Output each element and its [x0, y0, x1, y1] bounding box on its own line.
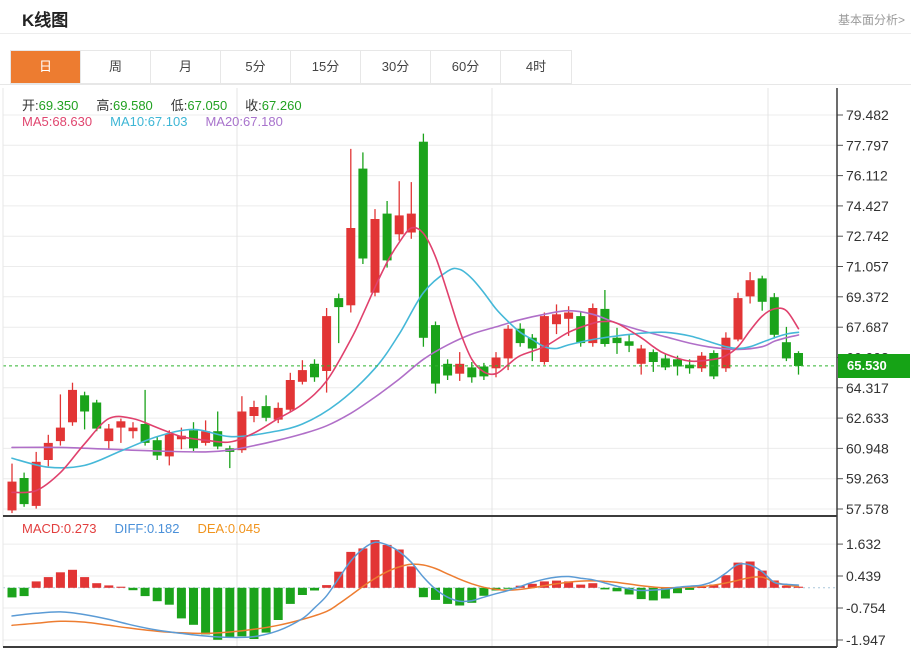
tab-period-3[interactable]: 5分 [221, 51, 291, 83]
svg-text:64.317: 64.317 [846, 380, 889, 396]
page-title: K线图 [22, 6, 68, 31]
svg-text:57.578: 57.578 [846, 501, 889, 517]
macd-readout: MACD:0.273 DIFF:0.182 DEA:0.045 [22, 521, 278, 536]
current-price-badge: 65.530 [838, 354, 910, 378]
svg-text:77.797: 77.797 [846, 137, 889, 153]
svg-text:76.112: 76.112 [846, 168, 888, 184]
page-header: K线图 基本面分析> [0, 0, 911, 34]
ohlc-high: 高:69.580 [96, 98, 152, 113]
kline-page: K线图 基本面分析> 日周月5分15分30分60分4时 79.482 77.797… [0, 0, 911, 649]
ohlc-close: 收:67.260 [245, 98, 301, 113]
tab-period-6[interactable]: 60分 [431, 51, 501, 83]
ohlc-low: 低:67.050 [171, 98, 227, 113]
ma-readout: MA5:68.630 MA10:67.103 MA20:67.180 [22, 114, 301, 129]
tab-period-4[interactable]: 15分 [291, 51, 361, 83]
ohlc-readout: 开:69.350 高:69.580 低:67.050 收:67.260 [22, 95, 320, 114]
svg-text:1.632: 1.632 [846, 536, 881, 552]
svg-text:74.427: 74.427 [846, 198, 889, 214]
tabbar-underline [0, 84, 911, 85]
period-tabbar: 日周月5分15分30分60分4时 [10, 50, 572, 84]
svg-text:62.633: 62.633 [846, 410, 889, 426]
tab-period-5[interactable]: 30分 [361, 51, 431, 83]
svg-text:71.057: 71.057 [846, 259, 889, 275]
tab-period-0[interactable]: 日 [11, 51, 81, 83]
macd-diff: DIFF:0.182 [114, 521, 179, 536]
svg-text:67.687: 67.687 [846, 319, 889, 335]
tab-period-2[interactable]: 月 [151, 51, 221, 83]
macd-macd: MACD:0.273 [22, 521, 96, 536]
svg-text:79.482: 79.482 [846, 107, 889, 123]
macd-dea: DEA:0.045 [197, 521, 260, 536]
svg-text:0.439: 0.439 [846, 568, 881, 584]
current-price-value: 65.530 [847, 358, 887, 373]
svg-text:69.372: 69.372 [846, 289, 889, 305]
svg-text:60.948: 60.948 [846, 440, 889, 456]
tab-period-1[interactable]: 周 [81, 51, 151, 83]
ma-ma5: MA5:68.630 [22, 114, 92, 129]
tab-period-7[interactable]: 4时 [501, 51, 571, 83]
ma-ma10: MA10:67.103 [110, 114, 187, 129]
ohlc-open: 开:69.350 [22, 98, 78, 113]
svg-text:59.263: 59.263 [846, 471, 889, 487]
svg-text:-1.947: -1.947 [846, 632, 886, 648]
svg-text:72.742: 72.742 [846, 228, 889, 244]
fundamental-analysis-link[interactable]: 基本面分析> [838, 11, 905, 28]
ma-ma20: MA20:67.180 [205, 114, 282, 129]
svg-text:-0.754: -0.754 [846, 600, 886, 616]
